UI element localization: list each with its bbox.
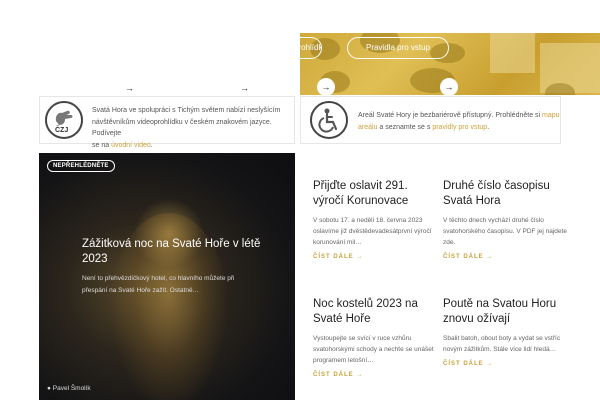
tour-pill-button[interactable]: prohlídky — [286, 37, 322, 59]
wheelchair-icon — [310, 101, 348, 139]
article-excerpt: V těchto dnech vychází druhé číslo svato… — [443, 217, 567, 246]
article-title[interactable]: Noc kostelů 2023 na Svaté Hoře — [313, 297, 438, 327]
article-card[interactable]: Přijďte oslavit 291. výročí Korunovace V… — [313, 179, 438, 260]
article-title[interactable]: Poutě na Svatou Horu znovu ožívají — [443, 297, 568, 327]
info-text: a seznamte se s — [377, 123, 433, 131]
article-title[interactable]: Druhé číslo časopisu Svatá Hora — [443, 179, 568, 209]
map-link[interactable]: areálu — [358, 124, 377, 131]
read-more-link[interactable]: ČÍST DÁLE → — [443, 254, 568, 260]
arrow-right-icon[interactable]: → — [317, 78, 335, 96]
info-text: Svatá Hora ve spolupráci s Tichým světem… — [92, 107, 281, 114]
info-text: návštěvníkům videoprohlídku v českém zna… — [92, 118, 272, 138]
article-card[interactable]: Noc kostelů 2023 na Svaté Hoře Vystoupej… — [313, 297, 438, 378]
sign-language-info: ČZJ Svatá Hora ve spolupráci s Tichým sv… — [39, 96, 295, 149]
featured-badge: NEPŘEHLÉDNĚTE — [47, 160, 115, 172]
map-link[interactable]: mapu — [542, 112, 560, 119]
read-more-link[interactable]: ČÍST DÁLE → — [443, 361, 568, 367]
info-text: Areál Svaté Hory je bezbariérově přístup… — [358, 112, 543, 119]
article-card[interactable]: Poutě na Svatou Horu znovu ožívají Sbali… — [443, 297, 568, 367]
article-excerpt: V sobotu 17. a neděli 18. června 2023 os… — [313, 217, 432, 246]
user-icon: ● — [47, 385, 51, 392]
accessibility-info: Areál Svaté Hory je bezbariérově přístup… — [300, 96, 561, 144]
info-text: . — [487, 123, 490, 131]
article-excerpt: Sbalit batoh, obout boty a vydat se vstř… — [443, 335, 561, 353]
arrow-right-icon[interactable]: → — [125, 83, 134, 93]
sign-language-caption: ČZJ — [55, 127, 69, 134]
article-excerpt: Vystoupejte se svící v ruce vzhůru svato… — [313, 335, 434, 364]
info-text: . — [150, 141, 153, 149]
featured-title[interactable]: Zážitková noc na Svaté Hoře v létě 2023 — [82, 237, 262, 267]
sign-language-icon: ČZJ — [45, 101, 83, 139]
featured-article-card[interactable]: NEPŘEHLÉDNĚTE Zážitková noc na Svaté Hoř… — [39, 153, 295, 400]
arrow-right-icon[interactable]: → — [440, 78, 458, 96]
featured-excerpt: Není to přehvězdičkový hotel, co hlavníh… — [82, 275, 235, 294]
entry-rules-link[interactable]: pravidly pro vstup — [432, 124, 487, 131]
author-name: Pavel Šmolík — [52, 385, 91, 392]
author: ● Pavel Šmolík — [47, 385, 91, 392]
read-more-link[interactable]: ČÍST DÁLE → — [313, 372, 438, 378]
intro-video-link[interactable]: úvodní video — [111, 142, 151, 149]
article-card[interactable]: Druhé číslo časopisu Svatá Hora V těchto… — [443, 179, 568, 260]
entry-rules-button[interactable]: Pravidla pro vstup — [347, 37, 449, 59]
read-more-link[interactable]: ČÍST DÁLE → — [313, 254, 438, 260]
info-text: se na — [92, 141, 112, 149]
article-title[interactable]: Přijďte oslavit 291. výročí Korunovace — [313, 179, 438, 209]
arrow-right-icon[interactable]: → — [240, 83, 249, 93]
